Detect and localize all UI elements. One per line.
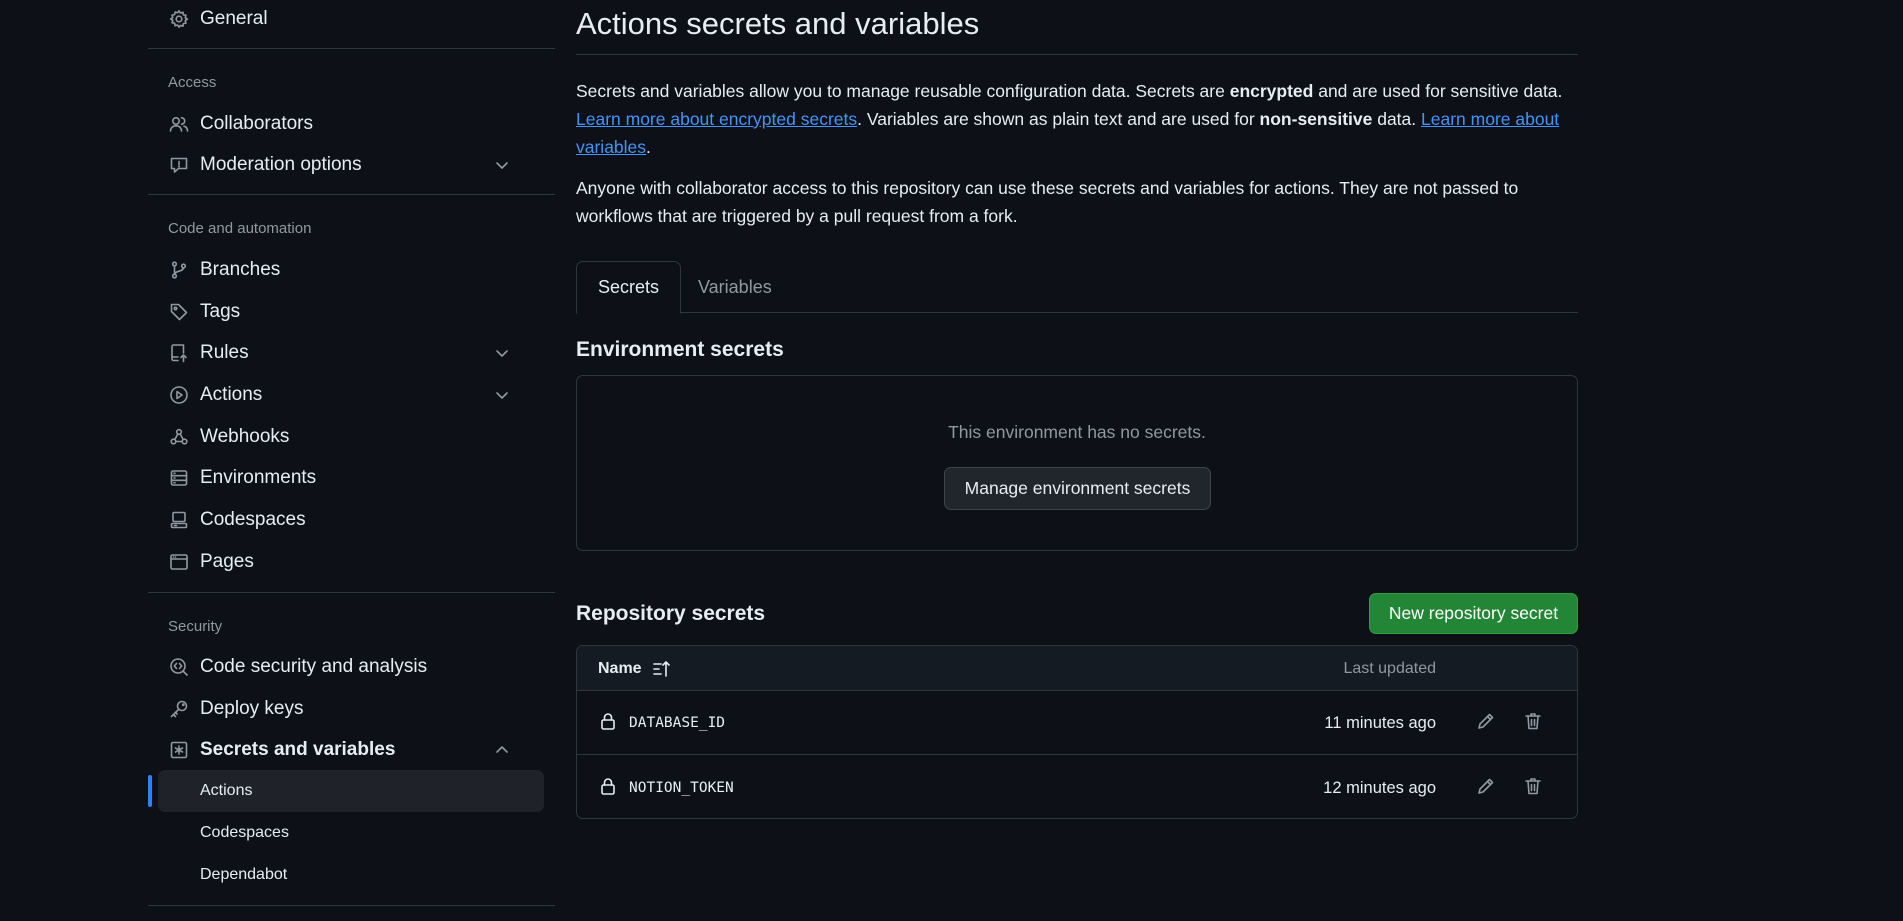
- sidebar-item-label: Moderation options: [200, 154, 362, 175]
- sidebar-subitem-label: Codespaces: [200, 824, 289, 841]
- tab-bar: Secrets Variables: [576, 261, 1578, 314]
- new-repository-secret-button[interactable]: New repository secret: [1369, 593, 1578, 634]
- codescan-icon: [168, 656, 190, 678]
- tab-variables[interactable]: Variables: [677, 261, 793, 313]
- sidebar-item-label: Environments: [200, 467, 317, 488]
- sidebar-item-branches[interactable]: Branches: [148, 249, 534, 291]
- sidebar-item-deploy-keys[interactable]: Deploy keys: [148, 688, 534, 730]
- sidebar-item-collaborators[interactable]: Collaborators: [148, 103, 534, 145]
- trash-icon[interactable]: [1523, 711, 1543, 731]
- sidebar-item-label: Collaborators: [200, 113, 313, 134]
- environment-secrets-heading: Environment secrets: [576, 338, 784, 361]
- sidebar-item-code-security[interactable]: Code security and analysis: [148, 646, 534, 688]
- lock-icon: [598, 776, 618, 796]
- intro-bold-non-sensitive: non-sensitive: [1259, 109, 1373, 129]
- sidebar-item-label: Pages: [200, 551, 254, 572]
- repo-push-icon: [168, 342, 190, 364]
- column-header-label: Name: [598, 659, 642, 677]
- sidebar-item-tags[interactable]: Tags: [148, 291, 534, 333]
- table-header: Name Last updated: [577, 646, 1577, 691]
- chevron-down-icon: [492, 385, 512, 405]
- browser-icon: [168, 551, 190, 573]
- sidebar-item-label: Actions: [200, 384, 263, 405]
- sidebar-subitem-label: Dependabot: [200, 866, 288, 883]
- sidebar-item-pages[interactable]: Pages: [148, 541, 534, 583]
- comment-report-icon: [168, 154, 190, 176]
- sidebar-item-label: Secrets and variables: [200, 739, 396, 760]
- secret-name: NOTION_TOKEN: [629, 780, 734, 796]
- lock-icon: [598, 711, 618, 731]
- divider: [576, 54, 1578, 55]
- sidebar-item-environments[interactable]: Environments: [148, 457, 534, 499]
- sidebar-item-label: Rules: [200, 342, 249, 363]
- manage-environment-secrets-button[interactable]: Manage environment secrets: [944, 467, 1211, 510]
- intro-text: and are used for sensitive data.: [1313, 81, 1563, 101]
- sidebar-item-label: Codespaces: [200, 509, 306, 530]
- divider: [148, 592, 555, 593]
- pencil-icon[interactable]: [1476, 711, 1496, 731]
- sidebar-item-label: Code security and analysis: [200, 656, 428, 677]
- chevron-down-icon: [492, 343, 512, 363]
- column-header-last-updated: Last updated: [1343, 659, 1436, 677]
- repository-secrets-table: Name Last updated DATABASE_ID 11 minutes…: [576, 645, 1578, 819]
- table-row: DATABASE_ID 11 minutes ago: [577, 691, 1577, 755]
- sidebar-item-label: Deploy keys: [200, 698, 304, 719]
- sidebar-item-secrets-and-variables[interactable]: Secrets and variables: [148, 729, 534, 771]
- sidebar-item-general[interactable]: General: [148, 0, 534, 38]
- sidebar-item-webhooks[interactable]: Webhooks: [148, 416, 534, 458]
- divider: [148, 905, 555, 906]
- sidebar-subitem-label: Actions: [200, 782, 253, 799]
- empty-state-message: This environment has no secrets.: [948, 422, 1206, 442]
- learn-more-secrets-link[interactable]: Learn more about encrypted secrets: [576, 109, 857, 129]
- intro-paragraph: Secrets and variables allow you to manag…: [576, 77, 1578, 161]
- trash-icon[interactable]: [1523, 776, 1543, 796]
- section-heading-access: Access: [168, 73, 217, 91]
- secret-last-updated: 11 minutes ago: [1324, 713, 1436, 732]
- intro-text: data.: [1372, 109, 1422, 129]
- server-icon: [168, 467, 190, 489]
- sidebar-item-codespaces[interactable]: Codespaces: [148, 499, 534, 541]
- play-circle-icon: [168, 384, 190, 406]
- intro-text: Secrets and variables allow you to manag…: [576, 81, 1230, 101]
- intro-text: .: [646, 137, 651, 157]
- intro-bold-encrypted: encrypted: [1229, 81, 1314, 101]
- chevron-up-icon: [492, 740, 512, 760]
- divider: [148, 194, 555, 195]
- sidebar-item-label: General: [200, 8, 268, 29]
- sidebar-item-actions[interactable]: Actions: [148, 374, 534, 416]
- sidebar-subitem-codespaces[interactable]: Codespaces: [148, 812, 534, 854]
- sidebar-item-label: Webhooks: [200, 426, 290, 447]
- table-row: NOTION_TOKEN 12 minutes ago: [577, 756, 1577, 818]
- sort-ascending-icon[interactable]: [652, 659, 672, 679]
- sidebar-subitem-dependabot[interactable]: Dependabot: [148, 854, 534, 896]
- key-icon: [168, 698, 190, 720]
- secret-name: DATABASE_ID: [629, 715, 726, 731]
- divider: [148, 48, 555, 49]
- section-heading-code: Code and automation: [168, 219, 312, 237]
- environment-secrets-box: This environment has no secrets. Manage …: [576, 375, 1578, 551]
- page-title: Actions secrets and variables: [576, 6, 980, 41]
- gear-icon: [168, 8, 190, 30]
- sidebar-item-moderation[interactable]: Moderation options: [148, 144, 534, 186]
- sidebar-item-label: Branches: [200, 259, 281, 280]
- people-icon: [168, 113, 190, 135]
- sidebar-subitem-actions[interactable]: Actions: [148, 770, 544, 812]
- tab-secrets[interactable]: Secrets: [576, 261, 682, 314]
- pencil-icon[interactable]: [1476, 776, 1496, 796]
- secret-last-updated: 12 minutes ago: [1323, 778, 1436, 797]
- git-branch-icon: [168, 259, 190, 281]
- codespaces-icon: [168, 509, 190, 531]
- sidebar-item-label: Tags: [200, 301, 241, 322]
- chevron-down-icon: [492, 155, 512, 175]
- asterisk-box-icon: [168, 739, 190, 761]
- intro-text: . Variables are shown as plain text and …: [857, 109, 1260, 129]
- sidebar-item-rules[interactable]: Rules: [148, 332, 534, 374]
- column-header-name[interactable]: Name: [598, 646, 672, 691]
- section-heading-security: Security: [168, 617, 223, 635]
- active-indicator: [148, 775, 152, 807]
- repository-secrets-heading: Repository secrets: [576, 602, 766, 625]
- webhook-icon: [168, 426, 190, 448]
- tag-icon: [168, 301, 190, 323]
- collaborator-notice: Anyone with collaborator access to this …: [576, 178, 1519, 226]
